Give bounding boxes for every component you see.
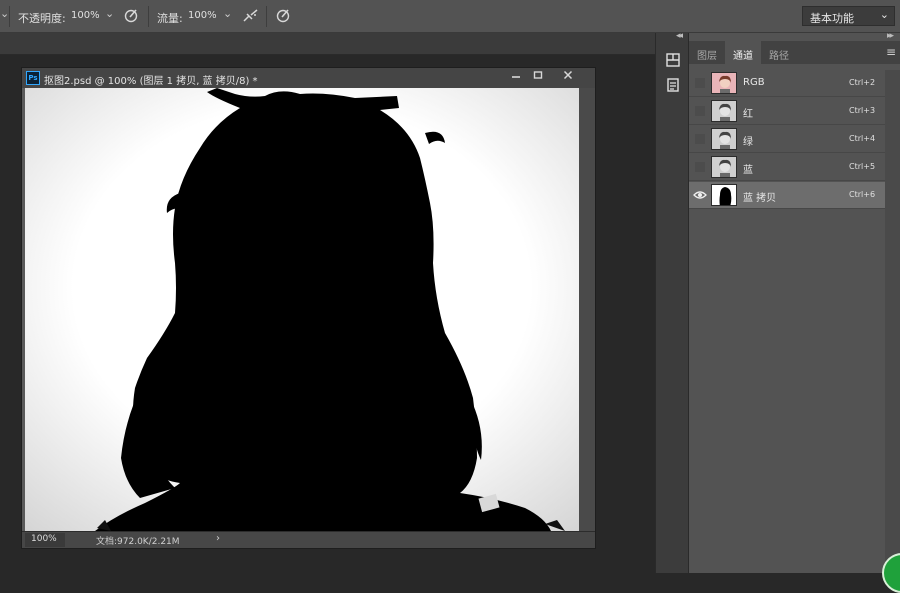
silhouette-image	[25, 88, 579, 531]
channel-row[interactable]: 绿 Ctrl+4	[689, 126, 885, 153]
airbrush-icon[interactable]	[242, 8, 259, 23]
image-canvas[interactable]	[25, 88, 579, 531]
flow-input[interactable]: 100%	[188, 10, 217, 21]
minimize-icon[interactable]	[506, 70, 526, 85]
document-title-bar[interactable]: Ps 抠图2.psd @ 100% (图层 1 拷贝, 蓝 拷贝/8) *	[22, 68, 595, 88]
channel-thumbnail	[711, 100, 737, 122]
panel-scrollbar[interactable]	[885, 70, 900, 573]
chevron-down-icon: ⌄	[879, 8, 889, 21]
document-tab-strip	[0, 33, 655, 55]
pressure-opacity-icon[interactable]	[124, 8, 139, 23]
visibility-toggle[interactable]	[695, 106, 705, 116]
notes-panel-icon[interactable]	[665, 77, 681, 93]
channel-name: 蓝	[743, 165, 753, 176]
document-title: 抠图2.psd @ 100% (图层 1 拷贝, 蓝 拷贝/8) *	[44, 76, 258, 87]
channel-row[interactable]: 红 Ctrl+3	[689, 98, 885, 125]
tab-channels[interactable]: 通道	[725, 41, 761, 64]
flow-dropdown-icon[interactable]: ⌄	[223, 7, 232, 20]
channel-shortcut: Ctrl+4	[849, 134, 876, 143]
maximize-icon[interactable]	[528, 70, 548, 85]
vertical-scrollbar[interactable]	[579, 88, 595, 531]
divider	[148, 6, 149, 27]
channel-shortcut: Ctrl+6	[849, 190, 876, 199]
channel-name: RGB	[743, 77, 765, 88]
divider	[9, 6, 10, 27]
channel-row[interactable]: 蓝 拷贝 Ctrl+6	[689, 182, 885, 209]
channel-thumbnail	[711, 72, 737, 94]
close-icon[interactable]	[558, 70, 578, 85]
status-menu-arrow-icon[interactable]: ›	[216, 533, 220, 544]
visibility-toggle[interactable]	[695, 134, 705, 144]
opacity-dropdown-icon[interactable]: ⌄	[105, 7, 114, 20]
collapse-arrows-icon[interactable]: ◂◂	[676, 31, 683, 41]
channels-panel: ▸▸ 图层 通道 路径 ≡ RGB Ctrl+2 红 Ctrl+3 绿 Ctrl+4 蓝 Ct…	[689, 31, 900, 573]
channel-name: 红	[743, 109, 753, 120]
pressure-size-icon[interactable]	[276, 8, 291, 23]
expand-arrows-icon[interactable]: ▸▸	[887, 31, 894, 41]
opacity-label: 不透明度:	[18, 12, 66, 25]
workspace-label: 基本功能	[810, 12, 854, 25]
channel-thumbnail	[711, 184, 737, 206]
channel-shortcut: Ctrl+3	[849, 106, 876, 115]
channel-row[interactable]: RGB Ctrl+2	[689, 70, 885, 97]
panel-menu-icon[interactable]: ≡	[886, 45, 896, 59]
workspace-select[interactable]: 基本功能 ⌄	[802, 6, 895, 26]
tab-layers[interactable]: 图层	[689, 41, 725, 64]
flow-label: 流量:	[157, 12, 183, 25]
document-size-info[interactable]: 文档:972.0K/2.21M	[96, 534, 180, 547]
visibility-eye-icon[interactable]	[693, 188, 707, 202]
zoom-level-field[interactable]: 100%	[25, 533, 65, 547]
collapsed-panel-dock: ◂◂	[655, 31, 689, 573]
channel-thumbnail	[711, 128, 737, 150]
channel-shortcut: Ctrl+5	[849, 162, 876, 171]
photoshop-logo-icon: Ps	[26, 71, 40, 85]
visibility-toggle[interactable]	[695, 78, 705, 88]
divider	[266, 6, 267, 27]
panel-tab-bar: 图层 通道 路径 ≡	[689, 41, 900, 64]
channel-name: 绿	[743, 137, 753, 148]
channel-row[interactable]: 蓝 Ctrl+5	[689, 154, 885, 181]
tab-paths[interactable]: 路径	[761, 41, 797, 64]
document-status-bar: 100% 文档:972.0K/2.21M ›	[22, 531, 595, 548]
channel-name: 蓝 拷贝	[743, 193, 777, 204]
channel-thumbnail	[711, 156, 737, 178]
options-bar: ⌄ 不透明度: 100% ⌄ 流量: 100% ⌄ 基本功能 ⌄	[0, 0, 900, 33]
document-window[interactable]: Ps 抠图2.psd @ 100% (图层 1 拷贝, 蓝 拷贝/8) * 10…	[21, 67, 596, 549]
chevron-down-icon[interactable]: ⌄	[0, 7, 9, 20]
properties-panel-icon[interactable]	[665, 52, 681, 68]
channel-shortcut: Ctrl+2	[849, 78, 876, 87]
opacity-input[interactable]: 100%	[71, 10, 100, 21]
visibility-toggle[interactable]	[695, 162, 705, 172]
